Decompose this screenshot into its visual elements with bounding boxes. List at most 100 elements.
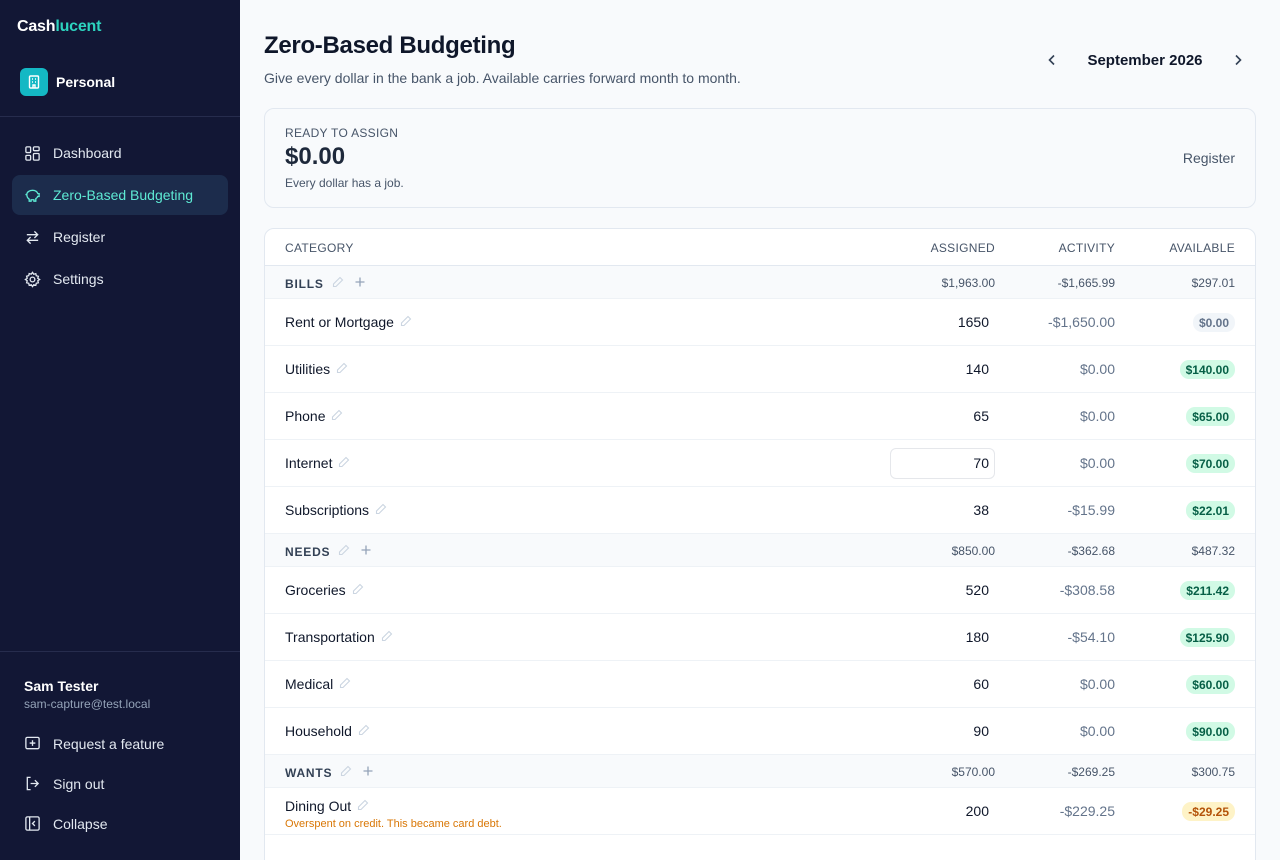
ready-to-assign-label: READY TO ASSIGN [285, 126, 399, 140]
available-badge: $70.00 [1186, 454, 1235, 473]
pencil-icon [332, 409, 343, 421]
chevron-right-icon [1235, 54, 1242, 66]
nav-label: Zero-Based Budgeting [53, 187, 194, 203]
add-category-button[interactable] [354, 765, 374, 780]
category-name[interactable]: Household [285, 723, 370, 739]
available-badge: $140.00 [1179, 360, 1235, 379]
category-name[interactable]: Utilities [285, 361, 348, 377]
group-assigned: $1,963.00 [941, 276, 995, 290]
nav-item-register[interactable]: Register [12, 217, 228, 257]
grid-icon [25, 145, 40, 161]
month-navigator: September 2026 [1040, 46, 1250, 74]
edit-category-button[interactable] [351, 798, 369, 814]
pencil-icon [339, 544, 350, 556]
assigned-input[interactable]: 520 [966, 582, 989, 598]
category-activity: $0.00 [1079, 361, 1115, 377]
assigned-input[interactable]: 70 [973, 455, 989, 471]
category-label: Rent or Mortgage [285, 314, 394, 330]
available-badge: $65.00 [1186, 407, 1235, 426]
available-badge: $0.00 [1192, 313, 1235, 332]
category-activity: $0.00 [1079, 408, 1115, 424]
nav-item-dashboard[interactable]: Dashboard [12, 133, 228, 173]
category-name[interactable]: Transportation [285, 629, 393, 645]
group-activity: -$269.25 [1067, 765, 1115, 779]
edit-category-button[interactable] [346, 582, 364, 598]
group-assigned: $570.00 [951, 765, 995, 779]
brand-logo[interactable]: Cashlucent [17, 18, 101, 36]
category-activity: -$1,650.00 [1048, 314, 1115, 330]
request-feature-button[interactable]: Request a feature [24, 735, 164, 752]
group-available: $487.32 [1191, 544, 1235, 558]
assigned-input[interactable]: 200 [966, 803, 989, 819]
assigned-input[interactable]: 38 [973, 502, 989, 518]
sign-out-button[interactable]: Sign out [24, 775, 104, 792]
group-row: WANTS $570.00 -$269.25 $300.75 [265, 755, 1255, 788]
assigned-input[interactable]: 65 [973, 408, 989, 424]
ready-to-assign-card: READY TO ASSIGN $0.00 Every dollar has a… [264, 108, 1256, 208]
assigned-input[interactable]: 1650 [958, 314, 989, 330]
edit-group-button[interactable] [330, 544, 350, 559]
nav-label: Register [53, 229, 106, 245]
header-category: CATEGORY [285, 241, 354, 255]
workspace-label: Personal [56, 74, 116, 90]
chevron-left-icon [1048, 54, 1055, 66]
edit-category-button[interactable] [375, 629, 393, 645]
next-month-button[interactable] [1226, 46, 1250, 74]
available-badge: -$29.25 [1182, 802, 1235, 821]
pencil-icon [400, 315, 412, 327]
assigned-input[interactable]: 140 [966, 361, 989, 377]
piggy-bank-icon [25, 189, 40, 202]
nav-item-zero-based-budgeting[interactable]: Zero-Based Budgeting [12, 175, 228, 215]
category-name[interactable]: Subscriptions [285, 502, 387, 518]
assigned-input[interactable]: 90 [973, 723, 989, 739]
group-activity: -$1,665.99 [1057, 276, 1115, 290]
table-header: CATEGORY ASSIGNED ACTIVITY AVAILABLE [265, 229, 1255, 266]
available-badge: $90.00 [1186, 722, 1235, 741]
edit-category-button[interactable] [394, 314, 412, 330]
category-name[interactable]: Groceries [285, 582, 364, 598]
available-badge: $60.00 [1186, 675, 1235, 694]
available-badge: $211.42 [1180, 581, 1235, 600]
group-available: $297.01 [1191, 276, 1235, 290]
add-category-button[interactable] [346, 276, 366, 291]
pencil-icon [358, 799, 369, 811]
nav-item-settings[interactable]: Settings [12, 259, 228, 299]
page-subtitle: Give every dollar in the bank a job. Ava… [264, 70, 741, 86]
group-available: $300.75 [1191, 765, 1235, 779]
edit-category-button[interactable] [332, 455, 350, 471]
add-category-button[interactable] [352, 544, 372, 559]
budget-table: CATEGORY ASSIGNED ACTIVITY AVAILABLE BIL… [264, 228, 1256, 860]
edit-category-button[interactable] [369, 502, 387, 518]
category-name[interactable]: Phone [285, 408, 343, 424]
category-row: Groceries 520 -$308.58 $211.42 [265, 567, 1255, 614]
group-name: WANTS [285, 765, 374, 780]
edit-category-button[interactable] [325, 408, 343, 424]
header-assigned: ASSIGNED [930, 241, 995, 255]
assigned-input[interactable]: 180 [966, 629, 989, 645]
plus-icon [361, 545, 371, 555]
edit-category-button[interactable] [330, 361, 348, 377]
register-link[interactable]: Register [1183, 150, 1235, 166]
collapse-button[interactable]: Collapse [24, 815, 107, 832]
category-name[interactable]: Internet [285, 455, 350, 471]
overspent-warning: Overspent on credit. This became card de… [285, 818, 502, 830]
edit-group-button[interactable] [332, 765, 352, 780]
category-row: Household 90 $0.00 $90.00 [265, 708, 1255, 755]
edit-category-button[interactable] [352, 723, 370, 739]
edit-group-button[interactable] [324, 276, 344, 291]
category-activity: -$15.99 [1067, 502, 1115, 518]
pencil-icon [332, 276, 343, 288]
plus-icon [363, 766, 373, 776]
assigned-input[interactable]: 60 [973, 676, 989, 692]
workspace-switcher[interactable]: Personal [20, 68, 115, 96]
main-nav: Dashboard Zero-Based Budgeting Register … [12, 133, 228, 301]
category-name[interactable]: Medical [285, 676, 351, 692]
category-name[interactable]: Rent or Mortgage [285, 314, 412, 330]
category-label: Dining Out [285, 798, 352, 814]
pencil-icon [341, 765, 352, 777]
edit-category-button[interactable] [333, 676, 351, 692]
category-row: Internet 70 $0.00 $70.00 [265, 440, 1255, 487]
previous-month-button[interactable] [1040, 46, 1064, 74]
category-name[interactable]: Dining Out [285, 798, 369, 814]
category-activity: -$54.10 [1067, 629, 1115, 645]
